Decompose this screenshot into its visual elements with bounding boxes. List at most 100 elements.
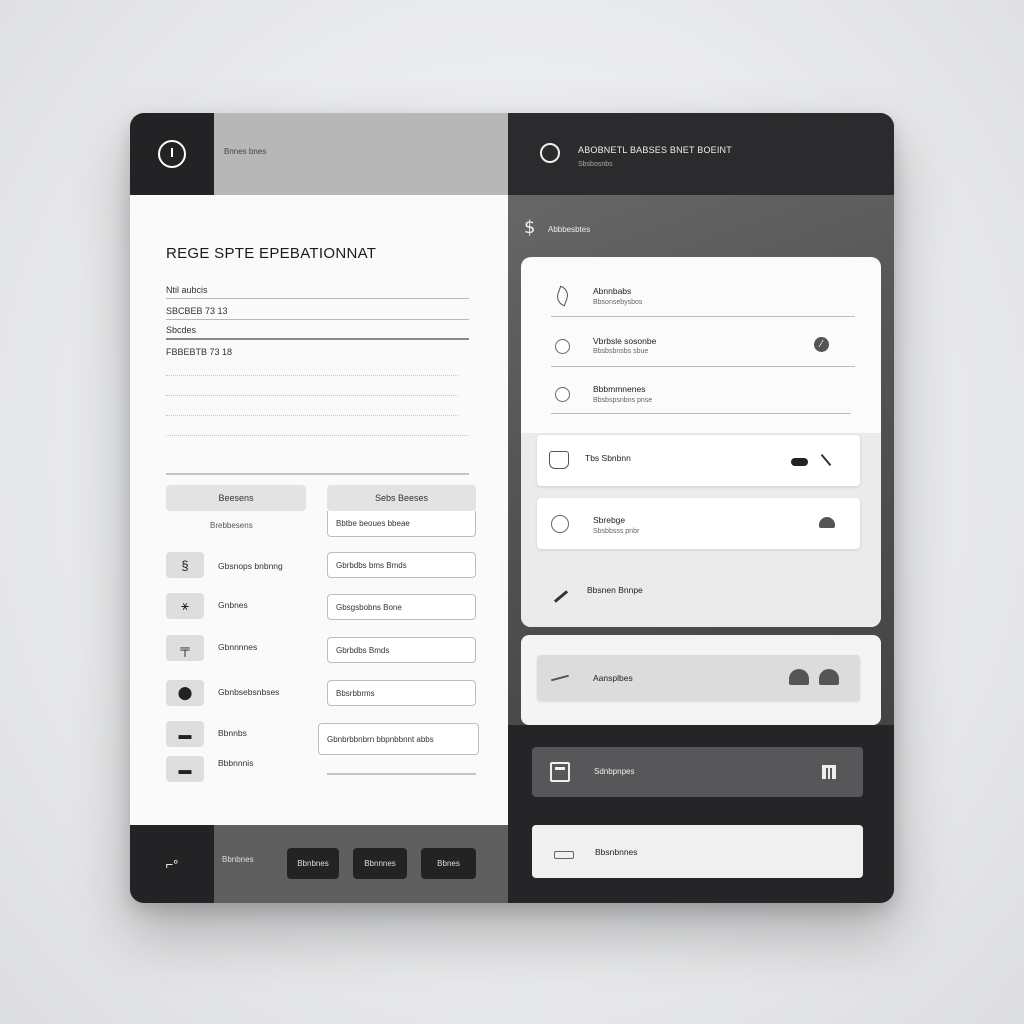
tab-left[interactable]: Beesens (166, 485, 306, 511)
list-label-5: Bbnnbs (218, 728, 247, 738)
right-footer: Sdnbpnpes Bbsnbnnes (508, 725, 894, 903)
select-3[interactable]: Gbsgsbobns Bone (327, 594, 476, 620)
leaf-icon (554, 285, 571, 307)
app-window: Bnnes bnes REGE SPTE EPEBATIONNAT Ntil a… (130, 113, 894, 903)
field-4[interactable]: FBBEBTB 73 18 (166, 347, 469, 360)
minus-icon: ▬ (178, 726, 192, 742)
list-icon-3[interactable]: ╤ (166, 635, 204, 661)
dollar-icon: $ (524, 217, 536, 238)
divider (166, 473, 469, 475)
light-button-label: Bbsnbnnes (595, 847, 638, 857)
select-6[interactable]: Gbnbrbbnbrn bbpnbbnnt abbs (318, 723, 479, 755)
line-icon (551, 674, 569, 682)
select-2[interactable]: Gbrbdbs bms Bmds (327, 552, 476, 578)
option-card-2[interactable]: Sbrebge Sbsbbsss pnbr (537, 498, 860, 549)
list-item[interactable]: Bbbmmnenes Bbsbspsnbns pnse (551, 382, 851, 414)
shape-icon[interactable] (819, 517, 835, 528)
dark-button[interactable]: Sdnbpnpes (532, 747, 863, 797)
option-card-1[interactable]: Tbs Sbnbnn (537, 435, 860, 486)
left-footer: ⌐° Bbnbnes Bbnbnes Bbnnnes Bbnes (130, 825, 508, 903)
radio-icon[interactable] (555, 387, 570, 402)
card-title: Tbs Sbnbnn (585, 453, 631, 463)
row-title: Bbbmmnenes (593, 384, 646, 394)
list-label-6: Bbbnnnis (218, 758, 254, 768)
pill-row[interactable]: Aansplbes (537, 655, 860, 701)
list-icon-1[interactable]: § (166, 552, 204, 578)
window-icon (550, 762, 570, 782)
right-header-subtitle: Sbsbosnbs (578, 161, 613, 168)
edit-row-label: Bbsnen Bnnpe (587, 585, 643, 595)
right-header-title: ABOBNETL BABSES BNET BOEINT (578, 145, 732, 155)
slash-icon[interactable] (820, 453, 832, 467)
right-header: ABOBNETL BABSES BNET BOEINT Sbsbosnbs (508, 113, 894, 195)
trash-icon[interactable] (822, 765, 836, 779)
row-subtitle: Bbsbsbnsbs sbue (593, 348, 649, 355)
list-icon-4[interactable]: ⬤ (166, 680, 204, 706)
divider (166, 415, 458, 416)
cup-icon (549, 451, 569, 469)
card-title: Sbrebge (593, 515, 626, 525)
row-subtitle: Bbsbspsnbns pnse (593, 397, 653, 404)
power-button[interactable] (130, 113, 214, 195)
list-label-2: Gnbnes (218, 600, 248, 610)
power-icon (158, 140, 186, 168)
filter-icon: ╤ (180, 640, 190, 656)
select-5[interactable]: Bbsrbbrms (327, 680, 476, 706)
list-icon-2[interactable]: ⚹ (166, 593, 204, 619)
field-3[interactable]: Sbcdes (166, 325, 469, 340)
circle-icon[interactable] (540, 143, 560, 163)
footer-button-3[interactable]: Bbnes (421, 848, 476, 879)
list-label-3: Gbnnnnes (218, 642, 258, 652)
divider (166, 395, 458, 396)
timer-icon (551, 515, 569, 533)
list-icon-5[interactable]: ▬ (166, 721, 204, 747)
row-subtitle: Bbsonsebysbos (593, 299, 643, 306)
list-label-1: Gbsnops bnbnng (218, 561, 283, 571)
divider (166, 435, 469, 436)
form-area: REGE SPTE EPEBATIONNAT Ntil aubcis SBCBE… (130, 195, 508, 825)
left-pane: Bnnes bnes REGE SPTE EPEBATIONNAT Ntil a… (130, 113, 508, 903)
card-subtitle: Sbsbbsss pnbr (593, 528, 640, 535)
shape-icon[interactable] (819, 669, 839, 685)
shape-icon[interactable] (789, 669, 809, 685)
right-pane: ABOBNETL BABSES BNET BOEINT Sbsbosnbs $ … (508, 113, 894, 903)
select-1[interactable]: Bbtbe beoues bbeae (327, 511, 476, 537)
footer-button-2[interactable]: Bbnnnes (353, 848, 407, 879)
radio-icon[interactable] (555, 339, 570, 354)
row-title: Vbrbsle sosonbe (593, 336, 657, 346)
select-4[interactable]: Gbrbdbs Bmds (327, 637, 476, 663)
field-2[interactable]: SBCBEB 73 13 (166, 306, 469, 320)
list-label-4: Gbnbsebsnbses (218, 687, 280, 697)
page-title: REGE SPTE EPEBATIONNAT (166, 245, 377, 262)
blob-icon: ⬤ (177, 685, 193, 700)
list-item[interactable]: Vbrbsle sosonbe Bbsbsbnsbs sbue ⁄ (551, 333, 855, 367)
footer-label: Bbnbnes (222, 855, 254, 864)
toggle-icon[interactable] (791, 458, 808, 466)
card-lower-section: Tbs Sbnbnn Sbrebge Sbsbbsss pnbr Bbsnen … (521, 433, 881, 627)
left-header: Bnnes bnes (130, 113, 508, 195)
footer-button-1[interactable]: Bbnbnes (287, 848, 339, 879)
right-section-label: Abbbesbtes (548, 225, 591, 234)
key-icon: ⌐° (165, 856, 179, 872)
divider (166, 375, 458, 376)
left-header-text: Bnnes bnes (224, 147, 267, 156)
asterisk-icon: ⚹ (181, 598, 189, 613)
edit-icon[interactable]: ⁄ (814, 337, 829, 352)
divider (327, 773, 476, 775)
pill-label: Aansplbes (593, 673, 633, 683)
row-title: Abnnbabs (593, 286, 632, 296)
list-item[interactable]: Abnnbabs Bbsonsebysbos (551, 283, 855, 317)
secondary-card: Aansplbes (521, 635, 881, 725)
list-icon-6[interactable]: ▬ (166, 756, 204, 782)
minus-icon: ▬ (178, 761, 192, 777)
options-card: Abnnbabs Bbsonsebysbos Vbrbsle sosonbe B… (521, 257, 881, 627)
tab-left-sub: Brebbesens (210, 521, 253, 530)
tray-icon (554, 851, 574, 859)
scribble-icon: § (181, 557, 189, 573)
pencil-icon[interactable] (553, 590, 569, 603)
settings-button[interactable]: ⌐° (130, 825, 214, 903)
field-1[interactable]: Ntil aubcis (166, 285, 469, 299)
tab-right[interactable]: Sebs Beeses (327, 485, 476, 511)
dark-button-label: Sdnbpnpes (594, 767, 635, 776)
light-button[interactable]: Bbsnbnnes (532, 825, 863, 878)
